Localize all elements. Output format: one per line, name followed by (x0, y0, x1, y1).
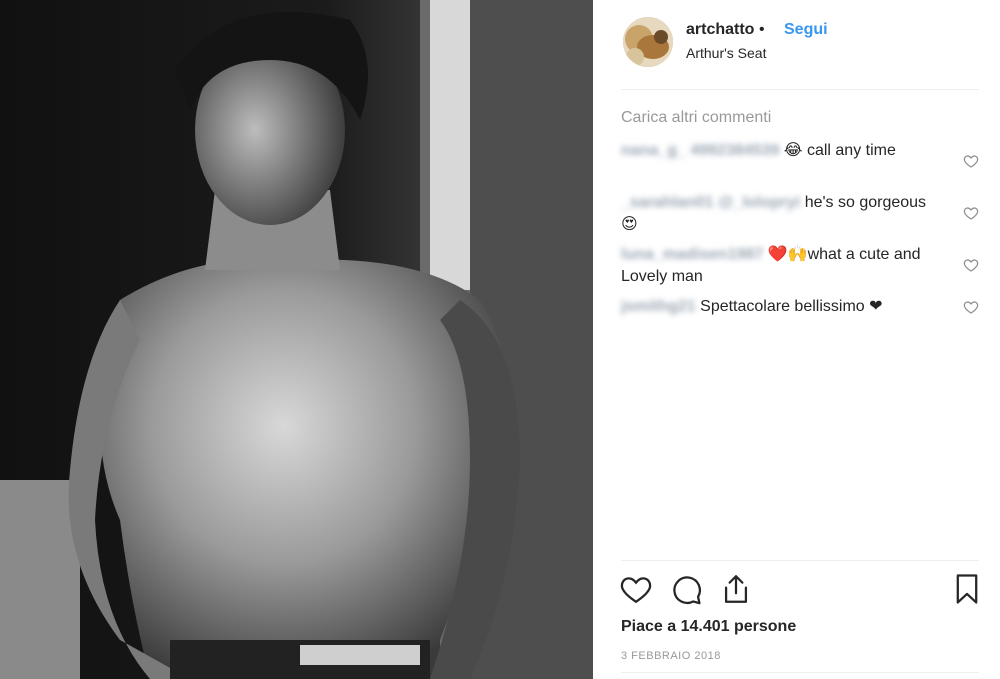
divider (621, 560, 979, 561)
share-icon[interactable] (719, 572, 753, 606)
post-header: artchatto • Segui Arthur's Seat (593, 0, 1000, 88)
follow-button[interactable]: Segui (784, 21, 828, 39)
divider (621, 672, 979, 673)
comment-item: jsmithg21 Spettacolare bellissimo ❤ (621, 296, 941, 318)
comment-item: _sarahlan01 @_lolopryi he's so gorgeous … (621, 192, 941, 236)
comment-item: nana_g_ 4992384539 😂 call any time (621, 140, 941, 162)
comment-username[interactable]: nana_g_ 4992384539 (621, 140, 779, 162)
separator-dot: • (759, 21, 765, 38)
comment-icon[interactable] (669, 572, 703, 606)
load-more-comments-button[interactable]: Carica altri commenti (621, 109, 771, 127)
heart-icon[interactable] (619, 572, 653, 606)
divider (621, 89, 979, 90)
comment-text: 😂 call any time (783, 142, 896, 159)
location-link[interactable]: Arthur's Seat (686, 45, 767, 61)
comment-like-heart-icon[interactable] (963, 299, 979, 315)
comment-item: luna_madisen1987 ❤️🙌what a cute and Love… (621, 244, 941, 288)
comment-username[interactable]: luna_madisen1987 (621, 244, 763, 266)
post-date: 3 FEBBRAIO 2018 (621, 650, 721, 662)
comment-like-heart-icon[interactable] (963, 257, 979, 273)
bookmark-icon[interactable] (950, 572, 984, 606)
comment-text: Spettacolare bellissimo ❤ (700, 298, 883, 315)
photo-image (0, 0, 593, 679)
comment-username[interactable]: jsmithg21 (621, 296, 696, 318)
comment-like-heart-icon[interactable] (963, 205, 979, 221)
comment-like-heart-icon[interactable] (963, 153, 979, 169)
username-link[interactable]: artchatto (686, 21, 754, 39)
avatar[interactable] (623, 17, 673, 67)
post-side-panel: artchatto • Segui Arthur's Seat Carica a… (593, 0, 1000, 679)
likes-count[interactable]: Piace a 14.401 persone (621, 618, 796, 636)
comment-username[interactable]: _sarahlan01 @_lolopryi (621, 192, 800, 214)
post-photo[interactable] (0, 0, 593, 679)
